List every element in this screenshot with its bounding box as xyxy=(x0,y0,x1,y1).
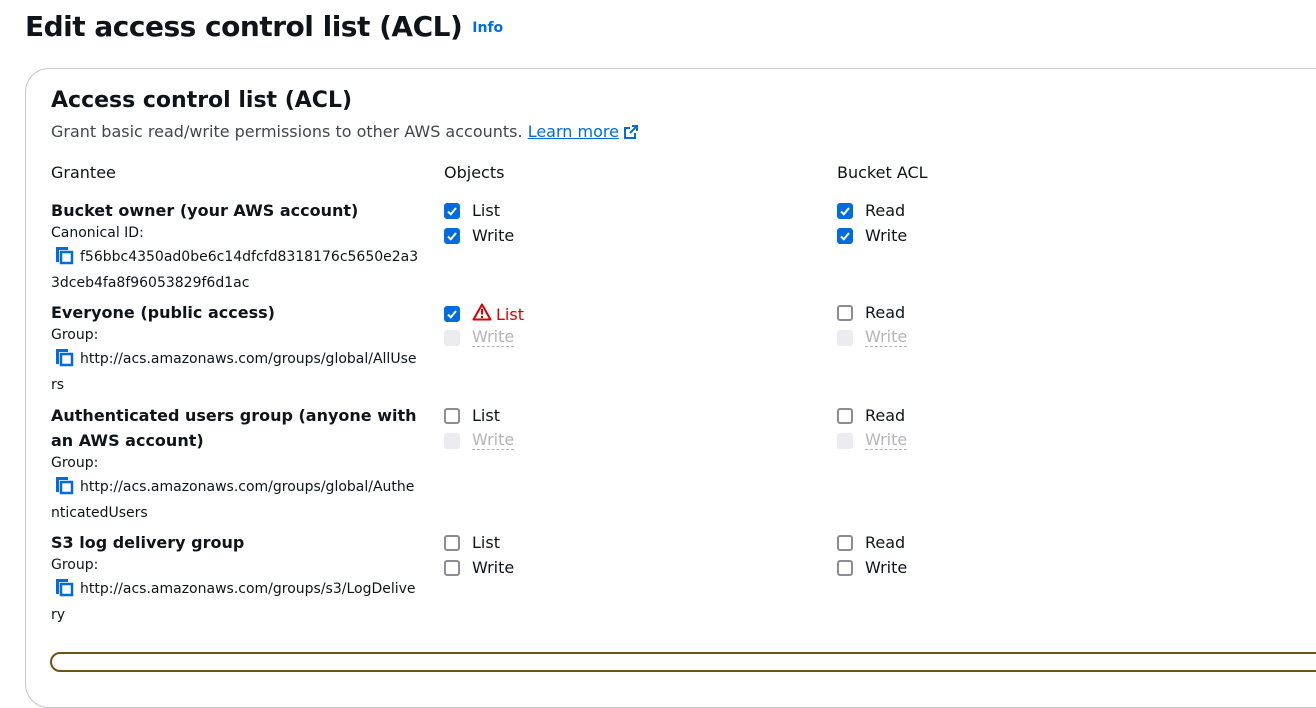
grantee-id: http://acs.amazonaws.com/groups/s3/LogDe… xyxy=(51,577,421,626)
checkbox[interactable] xyxy=(837,534,853,551)
checkbox-label: List xyxy=(472,406,500,425)
warning-alert-edge xyxy=(50,652,1316,672)
column-header-grantee: Grantee xyxy=(51,163,116,182)
checkbox-label: Read xyxy=(865,406,906,425)
external-link-icon xyxy=(623,124,639,144)
checkbox[interactable] xyxy=(444,329,460,346)
grantee-id-label: Canonical ID: xyxy=(51,225,144,241)
objects-list-checkbox[interactable]: List xyxy=(444,201,500,220)
warning-icon xyxy=(472,303,492,325)
copy-icon[interactable] xyxy=(54,577,74,604)
checkbox-label: Read xyxy=(865,533,906,552)
panel-title: Access control list (ACL) xyxy=(51,88,353,113)
checkbox-label: Write xyxy=(865,558,908,577)
bucket-acl-write-checkbox[interactable]: Write xyxy=(837,327,908,347)
grantee-name: S3 log delivery group xyxy=(51,533,245,552)
checkbox-checked[interactable] xyxy=(837,202,853,219)
grantee-name: Everyone (public access) xyxy=(51,303,275,322)
checkbox-label: Write xyxy=(472,558,515,577)
panel-description: Grant basic read/write permissions to ot… xyxy=(51,122,639,144)
checkbox-label-text: List xyxy=(496,304,524,324)
checkbox-checked[interactable] xyxy=(837,227,853,244)
grantee-id: http://acs.amazonaws.com/groups/global/A… xyxy=(51,475,421,524)
objects-write-checkbox[interactable]: Write xyxy=(444,327,515,347)
group-uri-value: http://acs.amazonaws.com/groups/s3/LogDe… xyxy=(51,581,416,623)
page-title: Edit access control list (ACL) Info xyxy=(25,10,503,43)
copy-icon[interactable] xyxy=(54,475,74,502)
checkbox[interactable] xyxy=(837,559,853,576)
checkbox-label: Write xyxy=(472,327,515,347)
grantee-id: f56bbc4350ad0be6c14dfcfd8318176c5650e2a3… xyxy=(51,245,421,294)
bucket-acl-read-checkbox[interactable]: Read xyxy=(837,201,905,220)
group-uri-value: http://acs.amazonaws.com/groups/global/A… xyxy=(51,351,417,393)
learn-more-link[interactable]: Learn more xyxy=(528,122,639,141)
column-header-bucket-acl: Bucket ACL xyxy=(837,163,928,182)
page-title-text: Edit access control list (ACL) xyxy=(25,10,463,43)
bucket-acl-write-checkbox[interactable]: Write xyxy=(837,226,907,245)
column-header-objects: Objects xyxy=(444,163,505,182)
checkbox[interactable] xyxy=(444,432,460,449)
checkbox-label: List xyxy=(472,533,500,552)
checkbox[interactable] xyxy=(444,534,460,551)
canonical-id-value: f56bbc4350ad0be6c14dfcfd8318176c5650e2a3… xyxy=(51,249,419,291)
checkbox-label: Write xyxy=(865,327,908,347)
grantee-id-label: Group: xyxy=(51,557,99,573)
checkbox-label: Write xyxy=(865,430,908,450)
bucket-acl-read-checkbox[interactable]: Read xyxy=(837,533,905,552)
checkbox-label: Write xyxy=(472,430,515,450)
bucket-acl-write-checkbox[interactable]: Write xyxy=(837,430,908,450)
grantee-id: http://acs.amazonaws.com/groups/global/A… xyxy=(51,347,421,396)
copy-icon[interactable] xyxy=(54,347,74,374)
grantee-id-label: Group: xyxy=(51,327,99,343)
copy-icon[interactable] xyxy=(54,245,74,272)
objects-write-checkbox[interactable]: Write xyxy=(444,558,514,577)
checkbox-label: List xyxy=(472,201,500,220)
checkbox-label: Write xyxy=(472,226,515,245)
checkbox[interactable] xyxy=(837,432,853,449)
objects-write-checkbox[interactable]: Write xyxy=(444,430,515,450)
grantee-name: Authenticated users group (anyone with a… xyxy=(51,406,417,450)
checkbox-checked[interactable] xyxy=(444,306,460,322)
checkbox-checked[interactable] xyxy=(444,227,460,244)
objects-list-checkbox[interactable]: List xyxy=(444,533,500,552)
checkbox-label: Write xyxy=(865,226,908,245)
panel-description-text: Grant basic read/write permissions to ot… xyxy=(51,122,523,141)
checkbox[interactable] xyxy=(837,304,853,321)
checkbox[interactable] xyxy=(444,407,460,424)
objects-write-checkbox[interactable]: Write xyxy=(444,226,514,245)
checkbox[interactable] xyxy=(837,329,853,346)
group-uri-value: http://acs.amazonaws.com/groups/global/A… xyxy=(51,479,415,521)
checkbox[interactable] xyxy=(444,559,460,576)
objects-list-checkbox[interactable]: List xyxy=(444,406,500,425)
learn-more-text: Learn more xyxy=(527,122,619,141)
grantee-id-label: Group: xyxy=(51,455,99,471)
checkbox[interactable] xyxy=(837,407,853,424)
checkbox-label: List xyxy=(472,303,524,325)
objects-list-checkbox[interactable]: List xyxy=(444,303,524,325)
checkbox-checked[interactable] xyxy=(444,202,460,219)
bucket-acl-read-checkbox[interactable]: Read xyxy=(837,406,905,425)
bucket-acl-write-checkbox[interactable]: Write xyxy=(837,558,907,577)
grantee-name: Bucket owner (your AWS account) xyxy=(51,201,359,220)
checkbox-label: Read xyxy=(865,201,906,220)
bucket-acl-read-checkbox[interactable]: Read xyxy=(837,303,905,322)
info-link[interactable]: Info xyxy=(472,20,503,36)
checkbox-label: Read xyxy=(865,303,906,322)
